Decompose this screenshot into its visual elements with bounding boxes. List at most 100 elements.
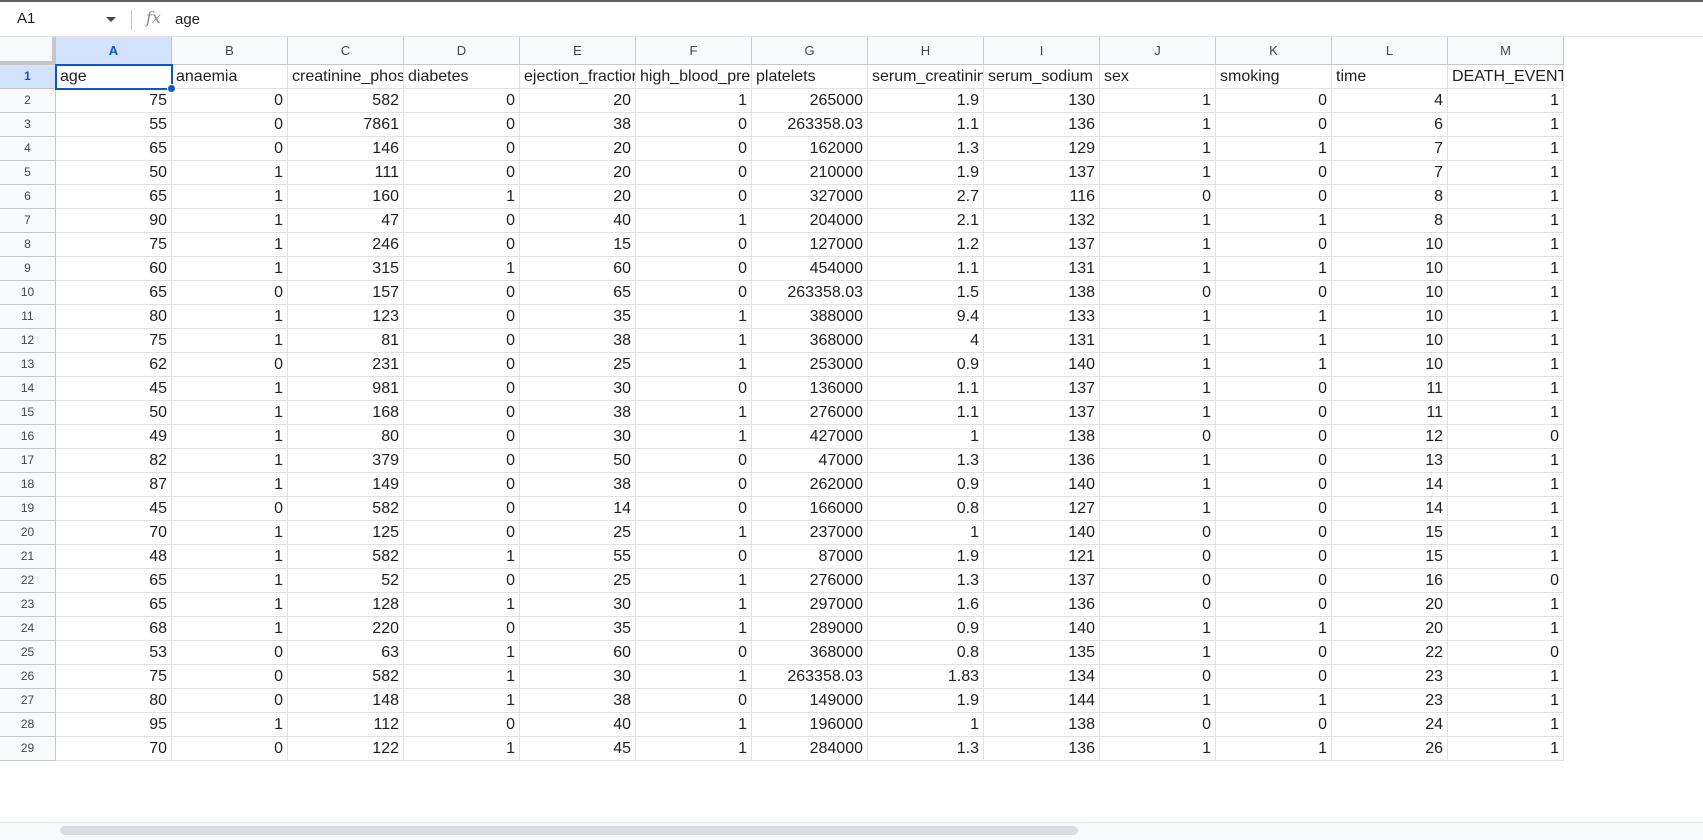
- cell-m6[interactable]: 1: [1448, 185, 1564, 209]
- cell-d22[interactable]: 0: [404, 569, 520, 593]
- cell-k3[interactable]: 0: [1216, 113, 1332, 137]
- cell-l12[interactable]: 10: [1332, 329, 1448, 353]
- cell-a23[interactable]: 65: [56, 593, 172, 617]
- cell-g29[interactable]: 284000: [752, 737, 868, 761]
- cell-m29[interactable]: 1: [1448, 737, 1564, 761]
- cell-h2[interactable]: 1.9: [868, 89, 984, 113]
- cell-h4[interactable]: 1.3: [868, 137, 984, 161]
- cell-m26[interactable]: 1: [1448, 665, 1564, 689]
- cell-d3[interactable]: 0: [404, 113, 520, 137]
- row-header-6[interactable]: 6: [0, 185, 56, 209]
- cell-d21[interactable]: 1: [404, 545, 520, 569]
- cell-c29[interactable]: 122: [288, 737, 404, 761]
- cell-h5[interactable]: 1.9: [868, 161, 984, 185]
- cell-f11[interactable]: 1: [636, 305, 752, 329]
- cell-b18[interactable]: 1: [172, 473, 288, 497]
- cell-c20[interactable]: 125: [288, 521, 404, 545]
- cell-j23[interactable]: 0: [1100, 593, 1216, 617]
- cell-d12[interactable]: 0: [404, 329, 520, 353]
- cell-h26[interactable]: 1.83: [868, 665, 984, 689]
- cell-f24[interactable]: 1: [636, 617, 752, 641]
- cell-b5[interactable]: 1: [172, 161, 288, 185]
- cell-f14[interactable]: 0: [636, 377, 752, 401]
- cell-g16[interactable]: 427000: [752, 425, 868, 449]
- cell-k5[interactable]: 0: [1216, 161, 1332, 185]
- cell-l5[interactable]: 7: [1332, 161, 1448, 185]
- cell-i18[interactable]: 140: [984, 473, 1100, 497]
- cell-g24[interactable]: 289000: [752, 617, 868, 641]
- column-header-a[interactable]: A: [56, 37, 172, 65]
- row-header-28[interactable]: 28: [0, 713, 56, 737]
- cell-e3[interactable]: 38: [520, 113, 636, 137]
- cell-f16[interactable]: 1: [636, 425, 752, 449]
- cell-m21[interactable]: 1: [1448, 545, 1564, 569]
- cell-e7[interactable]: 40: [520, 209, 636, 233]
- cell-k11[interactable]: 1: [1216, 305, 1332, 329]
- cell-e16[interactable]: 30: [520, 425, 636, 449]
- cell-g22[interactable]: 276000: [752, 569, 868, 593]
- cell-j5[interactable]: 1: [1100, 161, 1216, 185]
- cell-k12[interactable]: 1: [1216, 329, 1332, 353]
- cell-a17[interactable]: 82: [56, 449, 172, 473]
- cell-b19[interactable]: 0: [172, 497, 288, 521]
- cell-j11[interactable]: 1: [1100, 305, 1216, 329]
- cell-l15[interactable]: 11: [1332, 401, 1448, 425]
- cell-e27[interactable]: 38: [520, 689, 636, 713]
- cell-h9[interactable]: 1.1: [868, 257, 984, 281]
- cell-b21[interactable]: 1: [172, 545, 288, 569]
- cell-h8[interactable]: 1.2: [868, 233, 984, 257]
- cell-l25[interactable]: 22: [1332, 641, 1448, 665]
- cell-e2[interactable]: 20: [520, 89, 636, 113]
- cell-d16[interactable]: 0: [404, 425, 520, 449]
- cell-f6[interactable]: 0: [636, 185, 752, 209]
- cell-e1[interactable]: ejection_fraction: [520, 65, 636, 89]
- cell-c25[interactable]: 63: [288, 641, 404, 665]
- cell-g5[interactable]: 210000: [752, 161, 868, 185]
- cell-f27[interactable]: 0: [636, 689, 752, 713]
- row-header-25[interactable]: 25: [0, 641, 56, 665]
- cell-g6[interactable]: 327000: [752, 185, 868, 209]
- cell-m19[interactable]: 1: [1448, 497, 1564, 521]
- cell-m20[interactable]: 1: [1448, 521, 1564, 545]
- cell-b13[interactable]: 0: [172, 353, 288, 377]
- cell-d24[interactable]: 0: [404, 617, 520, 641]
- cell-b27[interactable]: 0: [172, 689, 288, 713]
- select-all-corner[interactable]: [0, 37, 56, 65]
- column-header-g[interactable]: G: [752, 37, 868, 65]
- cell-h12[interactable]: 4: [868, 329, 984, 353]
- cell-j3[interactable]: 1: [1100, 113, 1216, 137]
- cell-a7[interactable]: 90: [56, 209, 172, 233]
- cell-b9[interactable]: 1: [172, 257, 288, 281]
- cell-g1[interactable]: platelets: [752, 65, 868, 89]
- cell-d2[interactable]: 0: [404, 89, 520, 113]
- cell-h15[interactable]: 1.1: [868, 401, 984, 425]
- cell-m1[interactable]: DEATH_EVENT: [1448, 65, 1564, 89]
- cell-m15[interactable]: 1: [1448, 401, 1564, 425]
- column-header-i[interactable]: I: [984, 37, 1100, 65]
- cell-f7[interactable]: 1: [636, 209, 752, 233]
- cell-g4[interactable]: 162000: [752, 137, 868, 161]
- cell-i7[interactable]: 132: [984, 209, 1100, 233]
- cell-g20[interactable]: 237000: [752, 521, 868, 545]
- row-header-1[interactable]: 1: [0, 65, 56, 89]
- cell-l8[interactable]: 10: [1332, 233, 1448, 257]
- cell-a18[interactable]: 87: [56, 473, 172, 497]
- cell-d10[interactable]: 0: [404, 281, 520, 305]
- cell-j10[interactable]: 0: [1100, 281, 1216, 305]
- cell-i20[interactable]: 140: [984, 521, 1100, 545]
- cell-h23[interactable]: 1.6: [868, 593, 984, 617]
- cell-b2[interactable]: 0: [172, 89, 288, 113]
- cell-b23[interactable]: 1: [172, 593, 288, 617]
- row-header-3[interactable]: 3: [0, 113, 56, 137]
- cell-b25[interactable]: 0: [172, 641, 288, 665]
- cell-b20[interactable]: 1: [172, 521, 288, 545]
- cell-h11[interactable]: 9.4: [868, 305, 984, 329]
- cell-l24[interactable]: 20: [1332, 617, 1448, 641]
- cell-d13[interactable]: 0: [404, 353, 520, 377]
- cell-l26[interactable]: 23: [1332, 665, 1448, 689]
- cell-g25[interactable]: 368000: [752, 641, 868, 665]
- cell-k28[interactable]: 0: [1216, 713, 1332, 737]
- cell-c2[interactable]: 582: [288, 89, 404, 113]
- cell-a3[interactable]: 55: [56, 113, 172, 137]
- cell-m16[interactable]: 0: [1448, 425, 1564, 449]
